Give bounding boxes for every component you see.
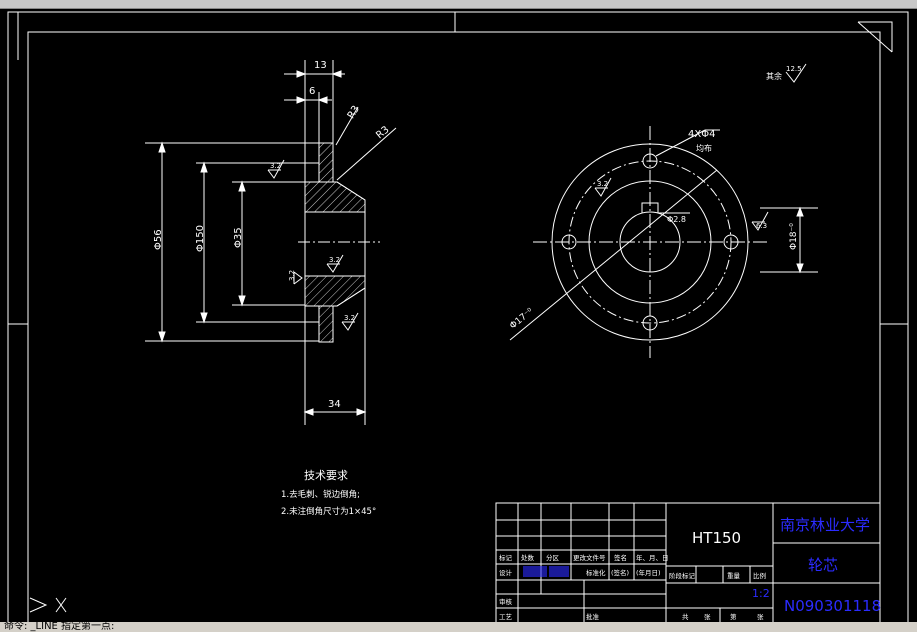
tb-header: 共 [682, 612, 689, 621]
command-text: 命令: _LINE 指定第一点: [4, 622, 115, 632]
tb-header: 批准 [586, 612, 600, 621]
roughness-label: 3.2 [597, 180, 608, 188]
tb-header: 工艺 [499, 613, 513, 621]
scale-value: 1:2 [752, 587, 770, 600]
tb-header: 阶段标记 [669, 571, 696, 580]
dim-dia-150: Φ150 [195, 225, 206, 252]
section-view-labels: 13 6 R3 R3 Φ56 Φ150 Φ35 34 [153, 60, 392, 410]
tb-header: 重量 [727, 572, 741, 580]
roughness-label: 3.2 [270, 162, 281, 170]
roughness-label: 3.2 [344, 314, 355, 322]
tb-header: 张 [757, 612, 764, 621]
tb-header: 分区 [546, 553, 560, 562]
tb-header: (年月日) [636, 568, 661, 577]
tech-item-2: 2.未注倒角尺寸为1×45° [281, 506, 376, 517]
dim-dia-56: Φ56 [153, 229, 164, 250]
dim-r3-b: R3 [374, 124, 391, 141]
holes-callout: 4XΦ4 [688, 129, 715, 140]
tb-header: 设计 [499, 568, 513, 577]
roughness-label: 3.2 [329, 256, 340, 264]
dim-34: 34 [328, 399, 341, 410]
highlight-cell [523, 566, 547, 577]
tb-header: 比例 [753, 571, 766, 580]
tech-title: 技术要求 [304, 469, 348, 482]
front-view [509, 63, 818, 358]
highlight-cell [549, 566, 569, 577]
tb-header: (签名) [611, 568, 629, 577]
tb-header: 标准化 [586, 568, 606, 577]
tb-header: 年、月、日 [636, 553, 669, 562]
holes-note: 均布 [696, 143, 712, 153]
university-name: 南京林业大学 [780, 516, 870, 534]
command-line[interactable]: 命令: _LINE 指定第一点: [0, 622, 917, 632]
roughness-label: 6.3 [756, 222, 767, 230]
dim-dia-35: Φ35 [233, 227, 244, 248]
part-name: 轮芯 [808, 556, 838, 574]
tb-header: 标记 [499, 553, 513, 562]
dim-key-width: Φ18⁻⁰ [789, 223, 799, 250]
title-block-headers: 标记 处数 分区 更改文件号 签名 年、月、日 设计 标准化 (签名) (年月日… [499, 553, 766, 621]
material: HT150 [692, 529, 741, 547]
dim-pcd: Φ17⁻⁰ [508, 307, 535, 332]
roughness-general: 12.5 [786, 65, 802, 73]
dim-6: 6 [309, 86, 315, 97]
tb-header: 处数 [521, 553, 535, 562]
drawing-number: N090301118 [784, 597, 881, 615]
roughness-general-prefix: 其余 [766, 71, 782, 81]
dim-13: 13 [314, 60, 327, 71]
dim-r3-a: R3 [346, 104, 362, 121]
ucs-icon [29, 597, 67, 613]
dim-key-depth: Φ2.8 [667, 215, 686, 224]
tech-item-1: 1.去毛刺、锐边倒角; [281, 489, 360, 500]
tb-header: 第 [730, 612, 737, 621]
tb-header: 审核 [499, 597, 513, 606]
front-view-labels: 4XΦ4 均布 Φ18⁻⁰ Φ17⁻⁰ Φ2.8 [508, 129, 799, 332]
tb-header: 张 [704, 612, 711, 621]
tech-requirements: 技术要求 1.去毛刺、锐边倒角; 2.未注倒角尺寸为1×45° [281, 469, 376, 517]
roughness-label: 3.2 [288, 270, 296, 281]
tb-header: 更改文件号 [573, 553, 606, 562]
tb-header: 签名 [614, 553, 627, 562]
drawing-canvas[interactable]: 13 6 R3 R3 Φ56 Φ150 Φ35 34 3.2 3.2 3.2 3… [0, 0, 917, 632]
cad-drawing[interactable]: 13 6 R3 R3 Φ56 Φ150 Φ35 34 3.2 3.2 3.2 3… [0, 0, 917, 632]
